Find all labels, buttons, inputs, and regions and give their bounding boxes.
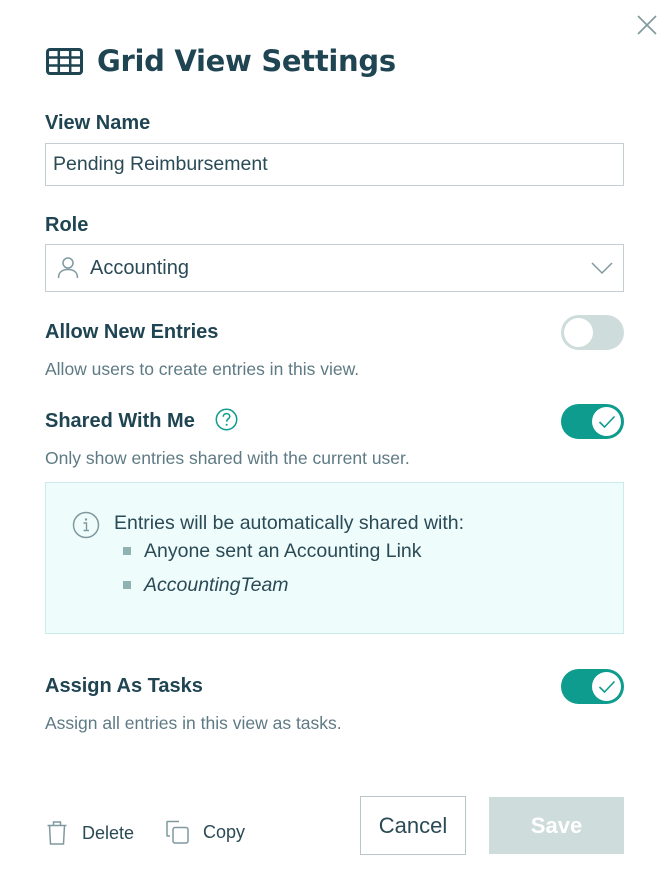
role-label: Role [45,214,89,236]
trash-icon [47,821,67,845]
copy-label: Copy [203,821,246,842]
list-item: Anyone sent an Accounting Link [122,539,422,573]
allow-new-entries-label: Allow New Entries [45,321,219,343]
chevron-down-icon [591,262,613,275]
question-circle-icon[interactable] [215,408,238,431]
list-item: AccountingTeam [122,573,422,607]
list-item-text: Anyone sent an Accounting Link [144,540,422,562]
person-icon [57,257,79,279]
info-circle-icon [72,511,100,539]
save-button[interactable]: Save [489,797,624,854]
info-title: Entries will be automatically shared wit… [114,512,465,534]
view-name-input[interactable] [45,143,624,186]
check-icon [598,415,615,428]
dialog-header: Grid View Settings [46,44,396,78]
copy-button[interactable]: Copy [166,820,245,844]
bullet [123,581,131,589]
assign-as-tasks-description: Assign all entries in this view as tasks… [45,713,342,733]
copy-icon [166,820,189,844]
close-icon [637,15,657,35]
toggle-knob [592,672,621,701]
list-item-text: AccountingTeam [144,574,289,596]
assign-as-tasks-toggle[interactable] [561,669,624,704]
role-select[interactable]: Accounting [45,244,624,292]
delete-button[interactable]: Delete [46,820,134,846]
delete-label: Delete [82,822,135,843]
check-icon [598,680,615,693]
role-value: Accounting [90,256,189,279]
shared-recipients-list: Anyone sent an Accounting Link Accountin… [122,539,422,607]
shared-with-me-description: Only show entries shared with the curren… [45,448,410,468]
allow-new-entries-toggle[interactable] [561,315,624,350]
bullet [123,547,131,555]
assign-as-tasks-label: Assign As Tasks [45,675,203,697]
allow-new-entries-description: Allow users to create entries in this vi… [45,359,360,379]
close-button[interactable] [636,14,658,36]
toggle-knob [592,407,621,436]
cancel-button[interactable]: Cancel [360,796,466,855]
view-name-label: View Name [45,112,151,134]
toggle-knob [564,318,593,347]
dialog-title: Grid View Settings [97,44,396,78]
shared-with-me-toggle[interactable] [561,404,624,439]
shared-with-me-label: Shared With Me [45,410,195,432]
grid-table-icon [46,47,83,75]
sharing-info-box: Entries will be automatically shared wit… [45,482,624,634]
